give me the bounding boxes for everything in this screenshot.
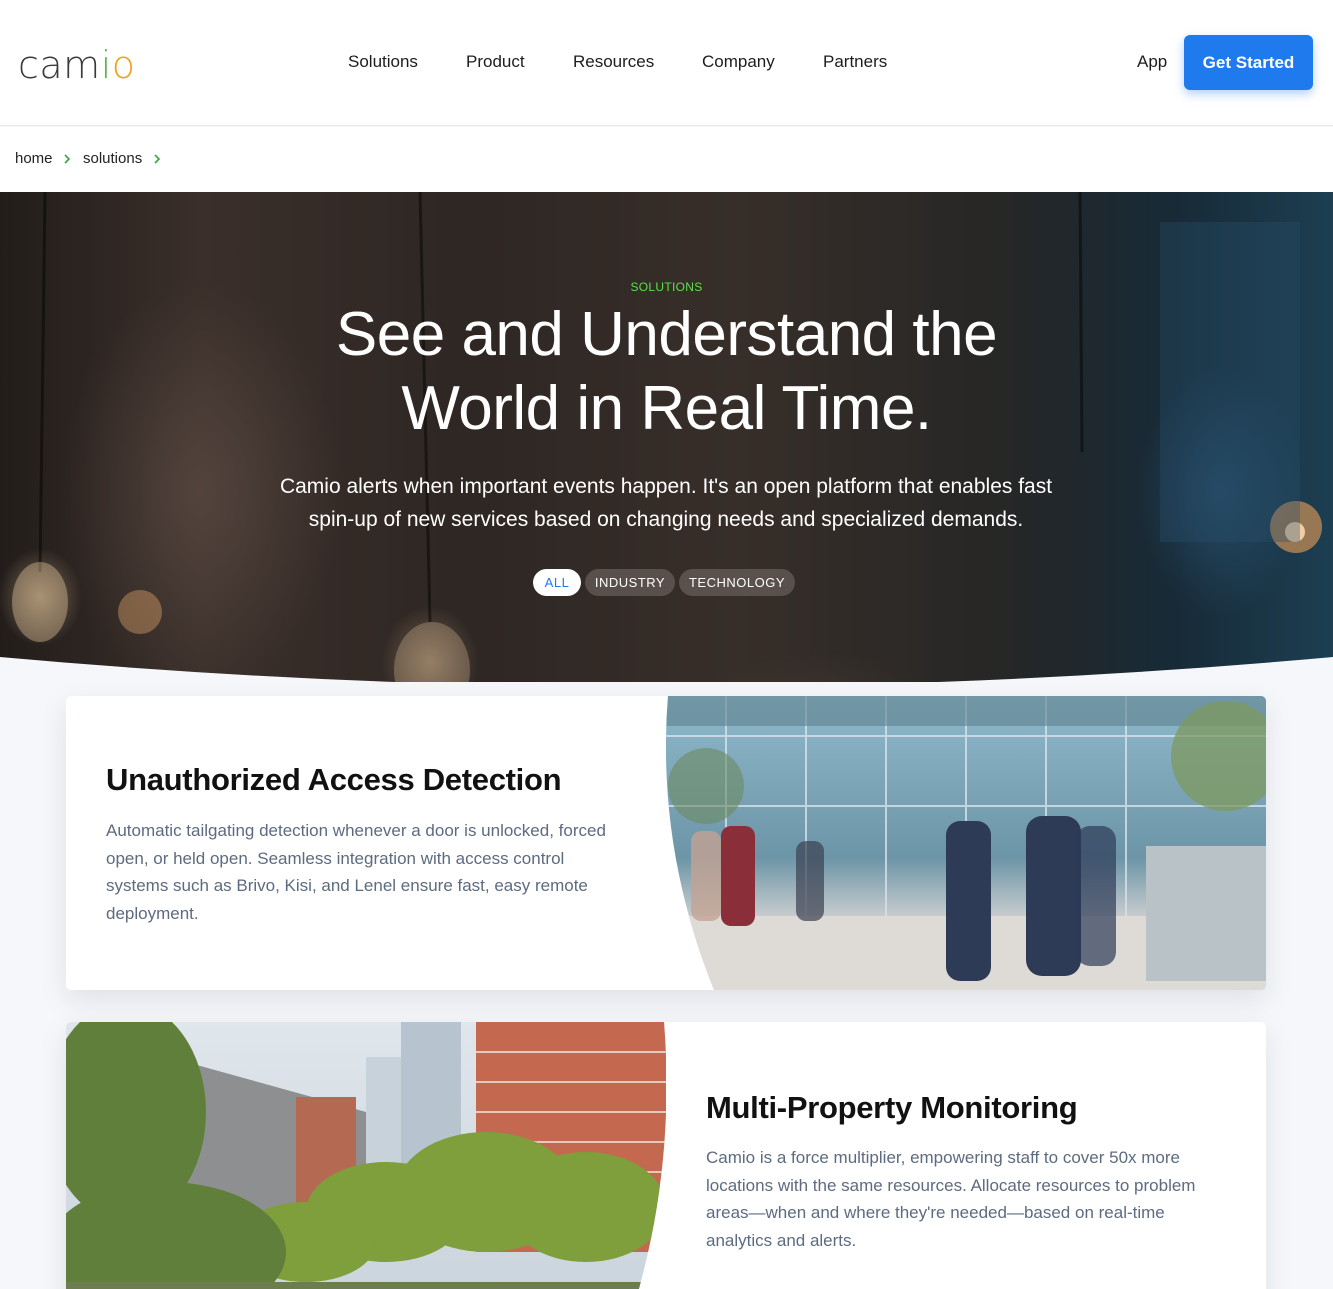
nav-product[interactable]: Product bbox=[466, 50, 525, 74]
nav-solutions[interactable]: Solutions bbox=[348, 50, 418, 74]
card-title: Unauthorized Access Detection bbox=[106, 762, 562, 797]
solution-card-access[interactable]: Unauthorized Access Detection Automatic … bbox=[66, 696, 1266, 990]
card-description: Camio is a force multiplier, empowering … bbox=[706, 1148, 1196, 1250]
nav-company[interactable]: Company bbox=[702, 50, 775, 74]
main-nav: Solutions Product Resources Company Part… bbox=[0, 50, 1333, 76]
nav-resources[interactable]: Resources bbox=[573, 50, 654, 74]
breadcrumb-solutions[interactable]: solutions bbox=[83, 150, 142, 168]
card-title: Multi-Property Monitoring bbox=[706, 1090, 1078, 1125]
chevron-right-icon bbox=[64, 154, 71, 164]
card-description: Automatic tailgating detection whenever … bbox=[106, 821, 606, 923]
breadcrumb-home[interactable]: home bbox=[15, 150, 53, 168]
card-image-city bbox=[66, 1022, 666, 1289]
site-header: camio Solutions Product Resources Compan… bbox=[0, 0, 1333, 126]
chevron-right-icon bbox=[154, 154, 161, 164]
hero-section: SOLUTIONS See and Understand the World in… bbox=[0, 192, 1333, 682]
solution-card-multi-property[interactable]: Multi-Property Monitoring Camio is a for… bbox=[66, 1022, 1266, 1289]
hero-bottom-curve bbox=[0, 657, 1333, 682]
nav-partners[interactable]: Partners bbox=[823, 50, 887, 74]
app-link[interactable]: App bbox=[1137, 50, 1167, 74]
breadcrumb: home solutions bbox=[0, 127, 1333, 192]
get-started-button[interactable]: Get Started bbox=[1184, 35, 1313, 90]
card-image-lobby bbox=[666, 696, 1266, 990]
